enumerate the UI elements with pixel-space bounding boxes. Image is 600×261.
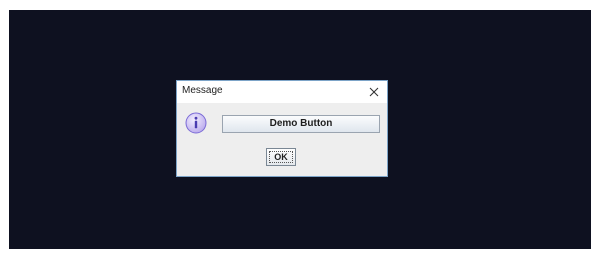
dialog-content: Demo Button OK — [177, 103, 387, 176]
ok-button-label: OK — [274, 152, 288, 162]
message-dialog: Message Demo Button OK — [176, 80, 388, 177]
dialog-title: Message — [182, 85, 223, 96]
info-icon — [185, 112, 207, 134]
dialog-titlebar[interactable]: Message — [177, 81, 387, 103]
close-button[interactable] — [361, 81, 387, 103]
ok-button[interactable]: OK — [266, 148, 296, 166]
demo-button[interactable]: Demo Button — [222, 115, 380, 133]
close-icon — [369, 87, 379, 97]
